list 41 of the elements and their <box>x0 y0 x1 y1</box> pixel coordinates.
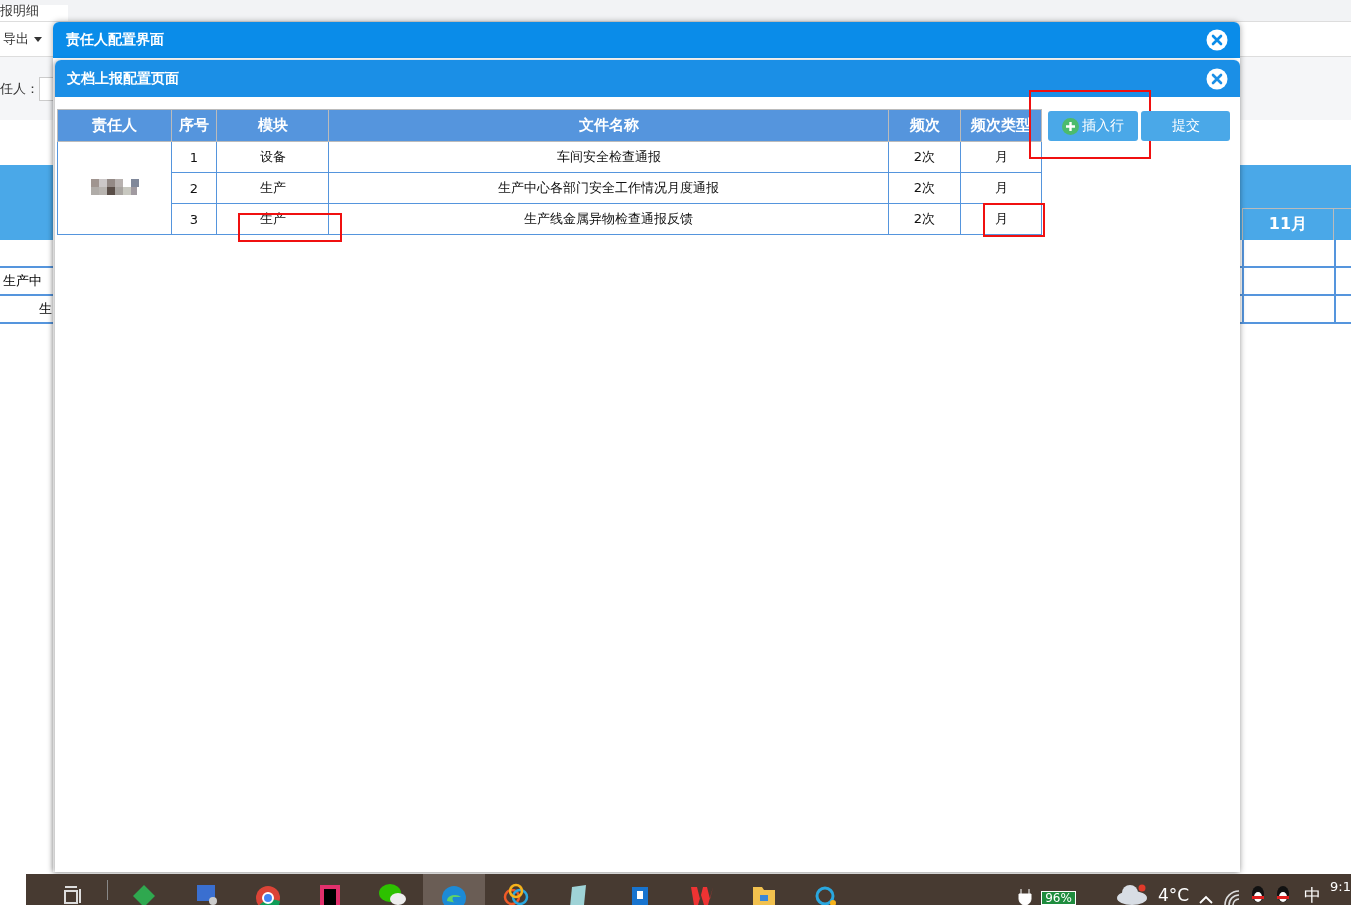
close-icon[interactable] <box>1206 67 1228 90</box>
table-cell: 月 <box>960 172 1042 204</box>
column-header: 序号 <box>171 109 217 142</box>
caret-icon <box>34 36 42 42</box>
table-cell-text: 生产中 <box>2 272 43 290</box>
cloud-icon <box>1114 883 1149 905</box>
plus-icon <box>1062 117 1079 135</box>
dialog-title: 文档上报配置页面 <box>67 69 179 88</box>
table-cell: 2次 <box>888 172 961 204</box>
export-button[interactable]: 导出 <box>0 30 42 48</box>
table-cell-text: 生 <box>38 300 52 318</box>
pixelated-name-drawing <box>90 178 139 195</box>
page-tab[interactable]: 报明细 <box>0 5 68 21</box>
table-cell: 月 <box>960 203 1042 235</box>
table-cell: 2 <box>171 172 217 204</box>
table-cell: 设备 <box>216 141 329 173</box>
table-cell: 车间安全检查通报 <box>328 141 889 173</box>
table-cell: 生产中心各部门安全工作情况月度通报 <box>328 172 889 204</box>
wifi-icon[interactable] <box>1223 889 1242 905</box>
table-cell: 2次 <box>888 203 961 235</box>
table-cell: 月 <box>960 141 1042 173</box>
table-cell: 生产 <box>216 172 329 204</box>
penguin-icon[interactable] <box>1275 885 1292 905</box>
table-cell: 生产线金属异物检查通报反馈 <box>328 203 889 235</box>
dialog-title: 责任人配置界面 <box>66 31 164 49</box>
close-icon[interactable] <box>1206 29 1228 51</box>
temperature-text: 4°C <box>1157 885 1190 905</box>
penguin-icon[interactable] <box>1250 885 1267 905</box>
filter-label: 任人： <box>0 79 39 98</box>
column-header: 责任人 <box>57 109 172 142</box>
column-header: 模块 <box>216 109 329 142</box>
battery-indicator: 96% <box>1041 891 1076 905</box>
clock-text[interactable]: 9:1 <box>1330 874 1351 894</box>
table-cell: 2次 <box>888 141 961 173</box>
table-cell: 1 <box>171 141 217 173</box>
column-header: 文件名称 <box>328 109 889 142</box>
table-cell: 3 <box>171 203 217 235</box>
chevron-up-icon[interactable] <box>1198 893 1215 905</box>
column-header: 频次 <box>888 109 961 142</box>
input-method-indicator[interactable]: 中 <box>1304 885 1322 905</box>
column-header: 11月 <box>1242 209 1334 240</box>
